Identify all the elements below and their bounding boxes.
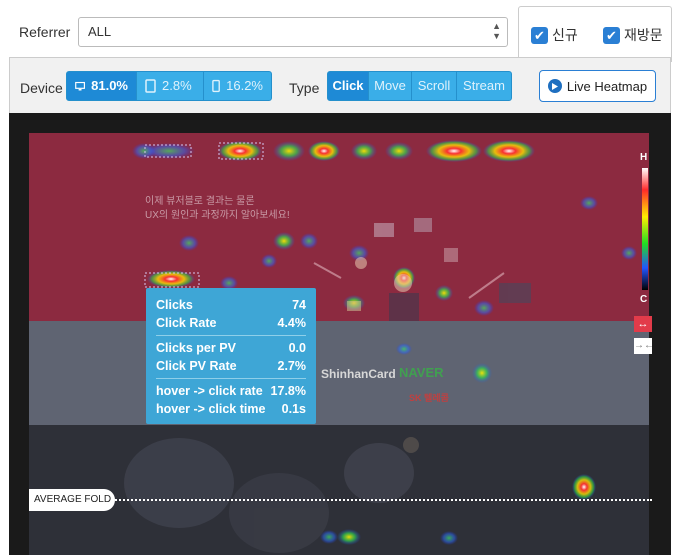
visitor-filter-tab: ✔ 신규 ✔ 재방문 xyxy=(518,6,672,62)
checkmark-icon: ✔ xyxy=(531,26,548,44)
heatmap-overlay xyxy=(124,140,637,553)
device-mobile-value: 16.2% xyxy=(226,78,263,93)
type-click-button[interactable]: Click xyxy=(327,71,369,101)
new-visitor-label: 신규 xyxy=(552,27,578,43)
type-scroll-button[interactable]: Scroll xyxy=(411,71,457,101)
page-preview[interactable]: 이제 뷰저블로 결과는 물론 UX의 원인과 과정까지 알아보세요! Shinh… xyxy=(29,133,649,555)
desktop-icon xyxy=(75,81,85,90)
type-scroll-label: Scroll xyxy=(417,78,451,93)
average-fold-label: AVERAGE FOLD xyxy=(29,489,115,511)
expand-width-icon[interactable]: ↔ xyxy=(634,316,652,332)
collapse-width-icon[interactable]: →← xyxy=(634,338,654,354)
checkmark-icon: ✔ xyxy=(603,26,620,44)
tooltip-row-hover-click-rate: hover -> click rate 17.8% xyxy=(156,382,306,400)
device-desktop-value: 81.0% xyxy=(91,78,128,93)
device-segment-group: 81.0% 2.8% 16.2% xyxy=(66,71,272,101)
returning-visitor-label: 재방문 xyxy=(624,27,663,43)
heat-scale-bar xyxy=(642,168,648,290)
click-pv-rate-value: 2.7% xyxy=(277,359,307,373)
average-fold-line xyxy=(100,499,652,501)
play-icon xyxy=(547,79,562,93)
hover-click-rate-label: hover -> click rate xyxy=(156,384,263,398)
click-rate-label: Click Rate xyxy=(156,316,217,330)
clicks-per-pv-label: Clicks per PV xyxy=(156,341,236,355)
tooltip-divider xyxy=(156,378,306,379)
hover-click-rate-value: 17.8% xyxy=(270,384,306,398)
device-type-bar: Device 81.0% 2.8% 16.2% Type Click Move … xyxy=(9,57,671,113)
hover-click-time-label: hover -> click time xyxy=(156,402,266,416)
device-desktop-button[interactable]: 81.0% xyxy=(66,71,137,101)
clicks-per-pv-value: 0.0 xyxy=(288,341,306,355)
select-arrows-icon: ▲ ▼ xyxy=(492,21,501,41)
click-pv-rate-label: Click PV Rate xyxy=(156,359,237,373)
type-stream-button[interactable]: Stream xyxy=(456,71,512,101)
referrer-select[interactable]: ALL ▲ ▼ xyxy=(78,17,508,47)
heatmap-dashboard: Referrer ALL ▲ ▼ ✔ 신규 ✔ 재방문 Device 81.0% … xyxy=(0,0,679,555)
type-stream-label: Stream xyxy=(463,78,505,93)
type-segment-group: Click Move Scroll Stream xyxy=(327,71,512,101)
legend-high-label: H xyxy=(640,152,648,163)
tooltip-row-clicks-per-pv: Clicks per PV 0.0 xyxy=(156,339,306,357)
legend-low-label: C xyxy=(640,294,648,305)
referrer-value: ALL xyxy=(88,24,112,39)
click-rate-value: 4.4% xyxy=(277,316,307,330)
type-click-label: Click xyxy=(332,78,364,93)
hover-click-time-value: 0.1s xyxy=(281,402,306,416)
device-mobile-button[interactable]: 16.2% xyxy=(203,71,272,101)
type-move-label: Move xyxy=(374,78,406,93)
click-stats-tooltip: Clicks 74 Click Rate 4.4% Clicks per PV … xyxy=(146,288,316,424)
clicks-value: 74 xyxy=(292,298,306,312)
live-heatmap-button[interactable]: Live Heatmap xyxy=(539,70,656,102)
device-label: Device xyxy=(20,80,63,96)
type-label: Type xyxy=(289,80,320,96)
device-tablet-button[interactable]: 2.8% xyxy=(136,71,204,101)
new-visitor-checkbox[interactable]: ✔ 신규 xyxy=(531,25,578,45)
tooltip-row-clicks: Clicks 74 xyxy=(156,296,306,314)
tooltip-row-click-pv-rate: Click PV Rate 2.7% xyxy=(156,357,306,375)
tablet-icon xyxy=(145,79,156,93)
type-move-button[interactable]: Move xyxy=(368,71,412,101)
clicks-label: Clicks xyxy=(156,298,193,312)
returning-visitor-checkbox[interactable]: ✔ 재방문 xyxy=(603,25,663,45)
referrer-label: Referrer xyxy=(19,24,71,40)
live-heatmap-label: Live Heatmap xyxy=(566,78,648,94)
tooltip-row-hover-click-time: hover -> click time 0.1s xyxy=(156,400,306,418)
tooltip-row-click-rate: Click Rate 4.4% xyxy=(156,314,306,332)
mobile-icon xyxy=(212,79,220,93)
heatmap-stage: 이제 뷰저블로 결과는 물론 UX의 원인과 과정까지 알아보세요! Shinh… xyxy=(9,113,671,555)
device-tablet-value: 2.8% xyxy=(162,78,192,93)
tooltip-divider xyxy=(156,335,306,336)
